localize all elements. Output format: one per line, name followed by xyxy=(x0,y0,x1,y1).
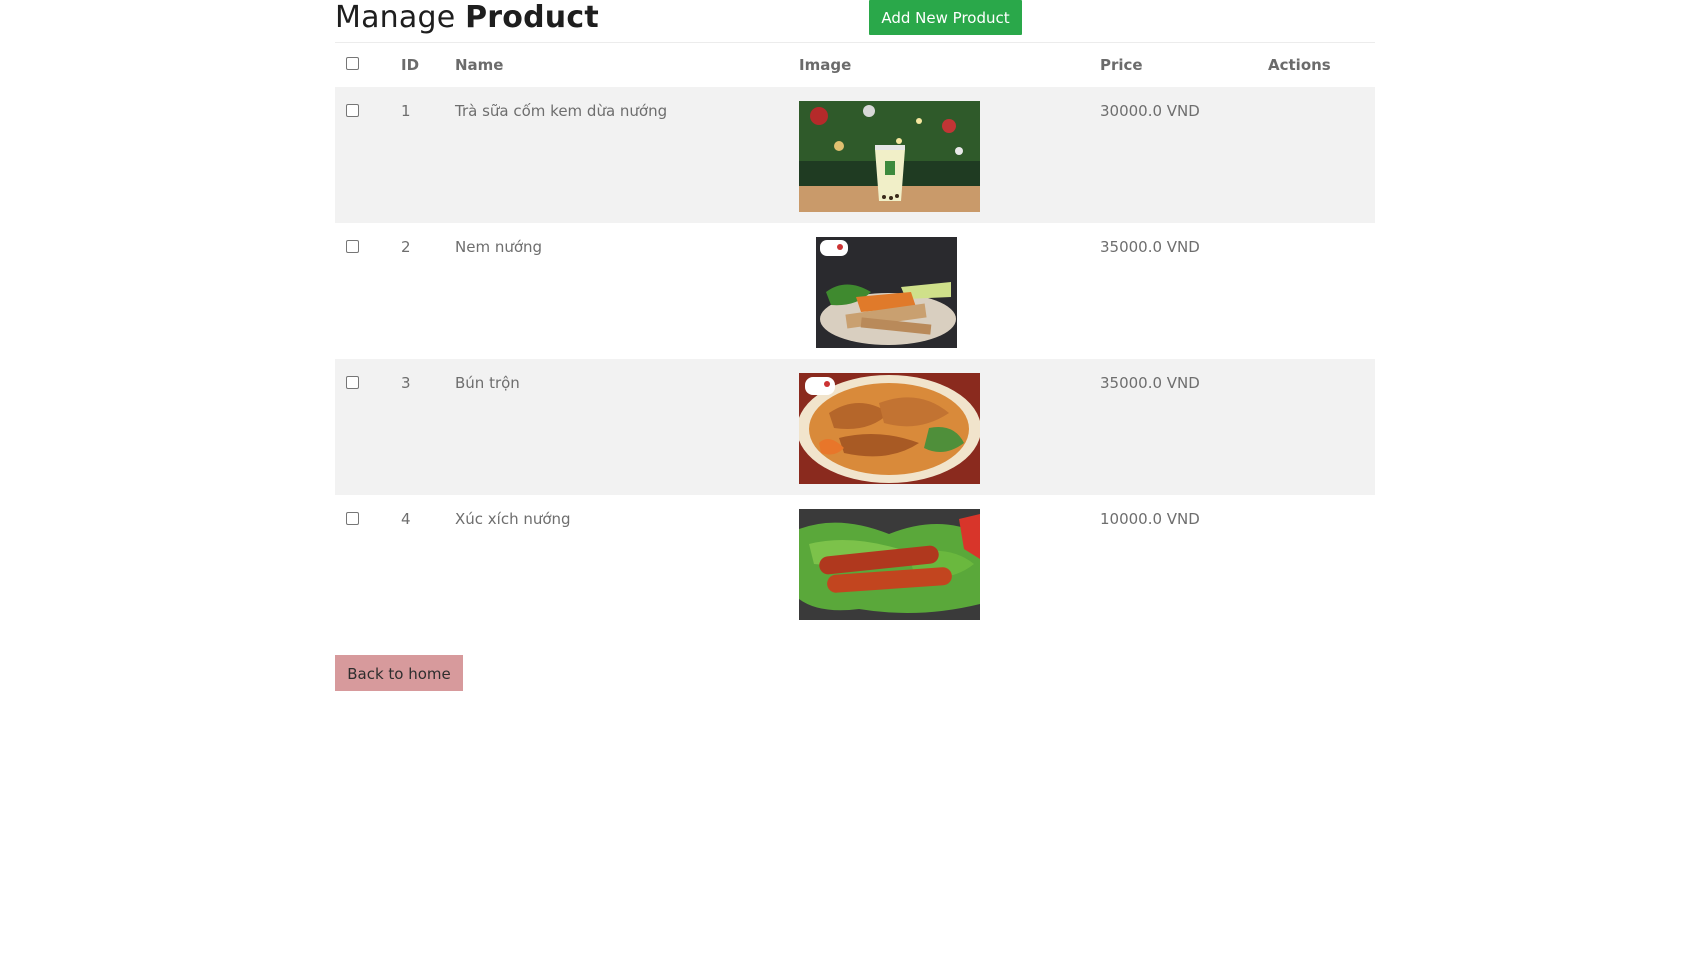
row-select-cell xyxy=(335,359,401,495)
product-table: ID Name Image Price Actions 1 Trà sữa cố… xyxy=(335,43,1375,631)
row-price-cell: 35000.0 VND xyxy=(1100,359,1268,495)
row-price: 10000.0 VND xyxy=(1100,510,1200,528)
row-price-cell: 35000.0 VND xyxy=(1100,223,1268,359)
page-title-regular: Manage xyxy=(335,0,456,35)
row-checkbox[interactable] xyxy=(346,512,359,525)
page-title: Manage Product xyxy=(335,0,599,36)
table-row: 2 Nem nướng 35000.0 VND xyxy=(335,223,1375,359)
row-id-cell: 2 xyxy=(401,223,455,359)
row-name-cell: Trà sữa cốm kem dừa nướng xyxy=(455,87,799,223)
row-id: 2 xyxy=(401,238,411,256)
row-price-cell: 10000.0 VND xyxy=(1100,495,1268,631)
header-id: ID xyxy=(401,56,420,74)
row-id-cell: 3 xyxy=(401,359,455,495)
row-image-cell xyxy=(799,223,1100,359)
row-name: Nem nướng xyxy=(455,238,543,256)
header-select-all-cell xyxy=(335,43,401,87)
page-title-bold: Product xyxy=(465,0,599,35)
mixed-noodle-image xyxy=(799,373,980,484)
table-row: 4 Xúc xích nướng 10000.0 VND xyxy=(335,495,1375,631)
row-price: 35000.0 VND xyxy=(1100,238,1200,256)
title-row: Manage Product Add New Product xyxy=(335,0,1375,43)
row-name-cell: Xúc xích nướng xyxy=(455,495,799,631)
grilled-pork-roll-image xyxy=(816,237,957,348)
row-actions-cell xyxy=(1268,359,1375,495)
row-select-cell xyxy=(335,87,401,223)
table-header-row: ID Name Image Price Actions xyxy=(335,43,1375,87)
row-actions-cell xyxy=(1268,87,1375,223)
row-select-cell xyxy=(335,495,401,631)
row-select-cell xyxy=(335,223,401,359)
row-name: Trà sữa cốm kem dừa nướng xyxy=(455,102,668,120)
table-row: 3 Bún trộn 35000.0 VND xyxy=(335,359,1375,495)
header-price: Price xyxy=(1100,56,1143,74)
row-image-cell xyxy=(799,495,1100,631)
row-actions-cell xyxy=(1268,223,1375,359)
row-id: 4 xyxy=(401,510,411,528)
row-price: 30000.0 VND xyxy=(1100,102,1200,120)
row-id-cell: 4 xyxy=(401,495,455,631)
row-name-cell: Bún trộn xyxy=(455,359,799,495)
row-id-cell: 1 xyxy=(401,87,455,223)
milk-tea-image xyxy=(799,101,980,212)
select-all-checkbox[interactable] xyxy=(346,57,359,70)
header-image: Image xyxy=(799,56,852,74)
row-checkbox[interactable] xyxy=(346,376,359,389)
back-to-home-button[interactable]: Back to home xyxy=(335,655,463,691)
row-name: Xúc xích nướng xyxy=(455,510,571,528)
header-name: Name xyxy=(455,56,504,74)
row-name: Bún trộn xyxy=(455,374,520,392)
row-image-cell xyxy=(799,359,1100,495)
row-id: 1 xyxy=(401,102,411,120)
row-price-cell: 30000.0 VND xyxy=(1100,87,1268,223)
row-id: 3 xyxy=(401,374,411,392)
row-actions-cell xyxy=(1268,495,1375,631)
table-row: 1 Trà sữa cốm kem dừa nướng 30000.0 VND xyxy=(335,87,1375,223)
header-actions: Actions xyxy=(1268,56,1331,74)
row-checkbox[interactable] xyxy=(346,104,359,117)
grilled-sausage-image xyxy=(799,509,980,620)
manage-product-panel: Manage Product Add New Product ID Name I… xyxy=(335,0,1375,691)
row-checkbox[interactable] xyxy=(346,240,359,253)
row-price: 35000.0 VND xyxy=(1100,374,1200,392)
row-image-cell xyxy=(799,87,1100,223)
row-name-cell: Nem nướng xyxy=(455,223,799,359)
add-new-product-button[interactable]: Add New Product xyxy=(869,0,1022,35)
